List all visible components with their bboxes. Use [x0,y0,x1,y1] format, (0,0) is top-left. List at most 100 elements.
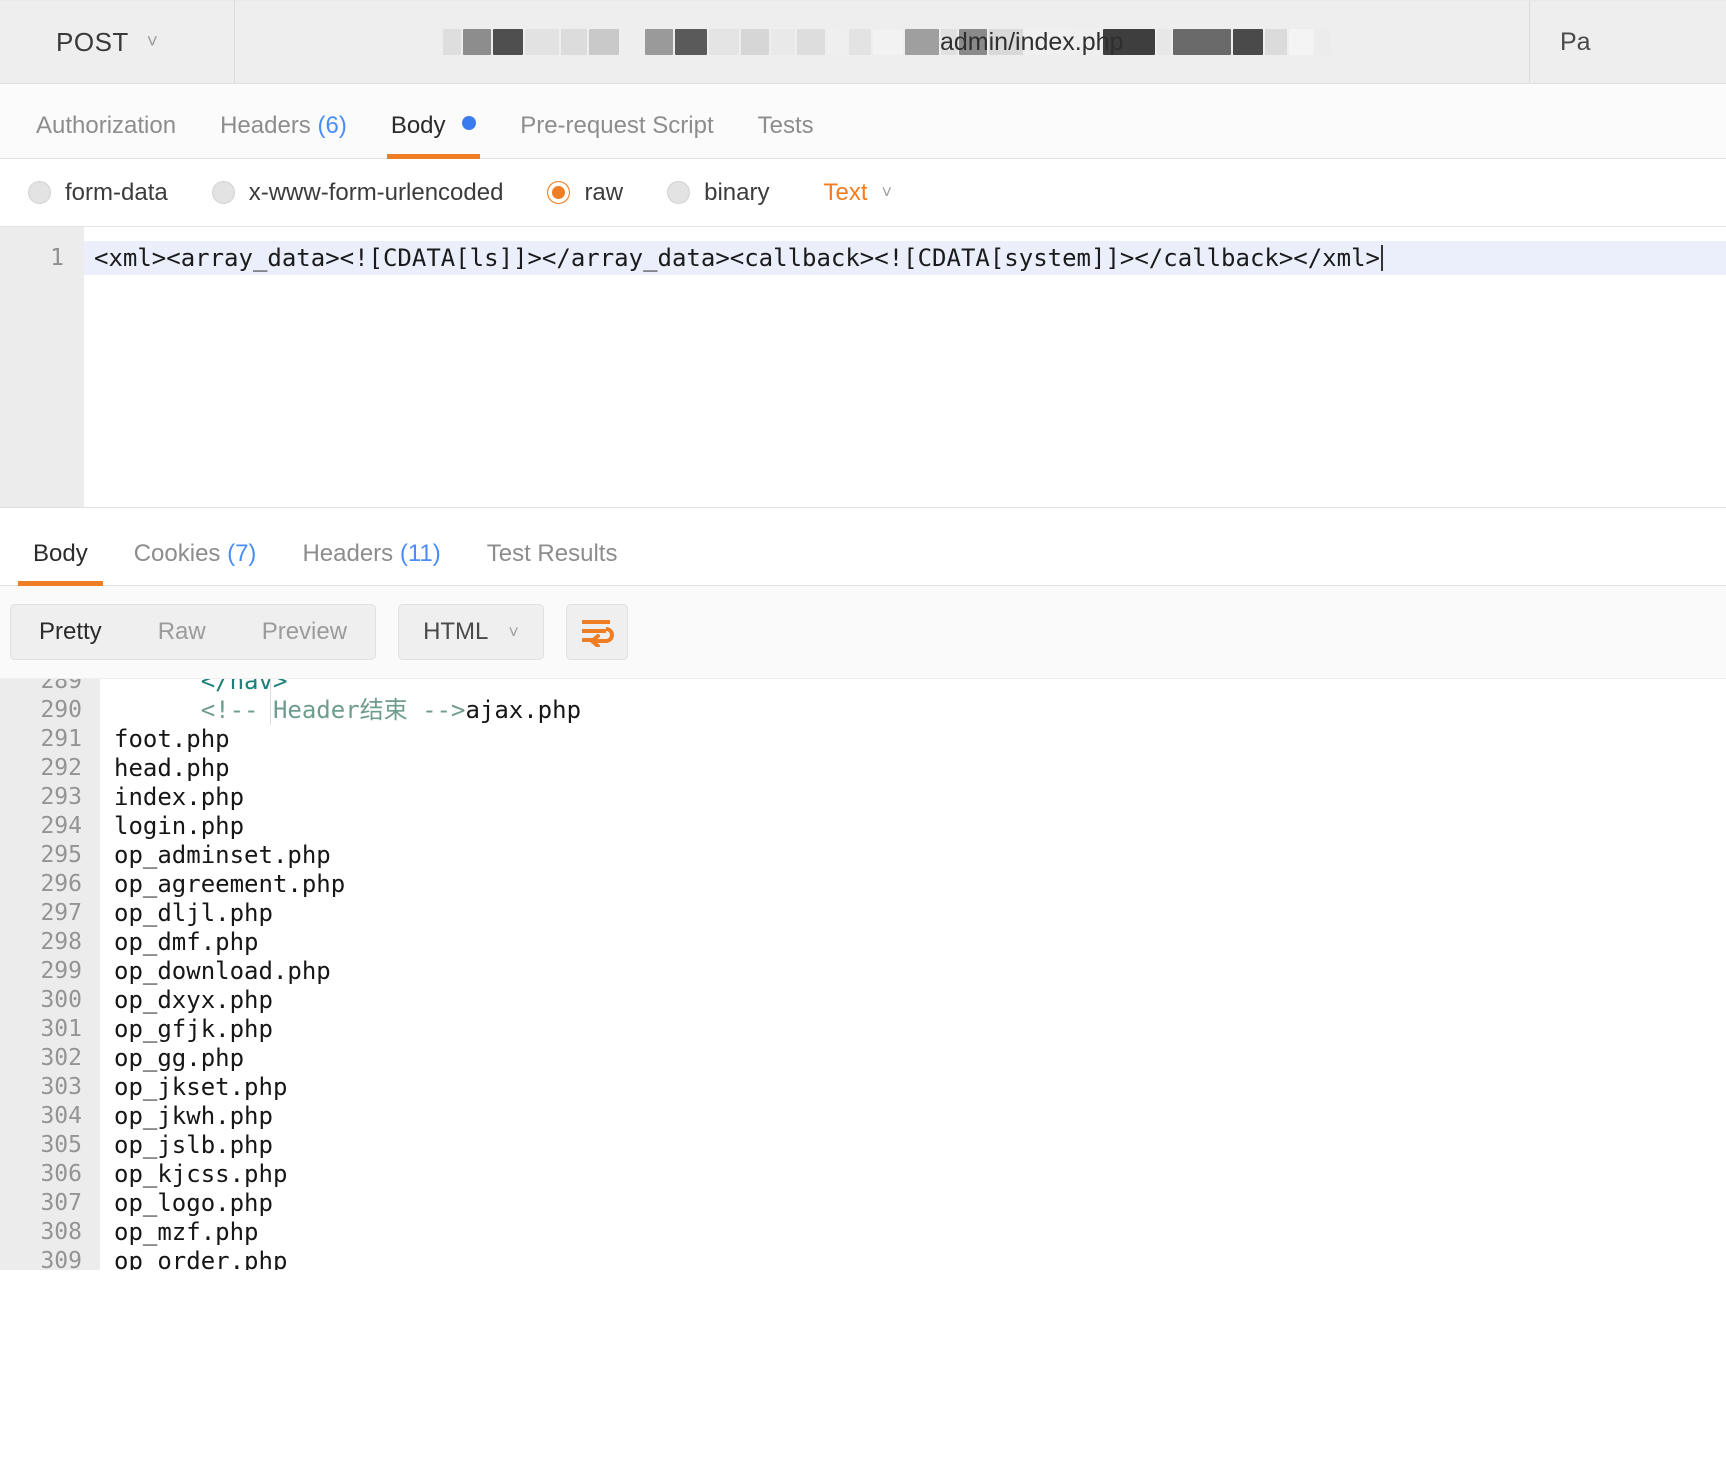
response-code-line: op_gfjk.php [114,1015,1726,1044]
response-tab-cookies-label: Cookies [133,540,221,567]
body-type-raw-label: raw [584,178,624,206]
response-code-line: </nav> [114,678,1726,696]
http-method-selector[interactable]: POST ˅ [0,1,235,83]
response-code-line: op_download.php [114,957,1726,986]
request-body-editor[interactable]: 1 <xml><array_data><![CDATA[ls]]></array… [0,226,1726,508]
response-line-number: 293 [40,784,82,810]
response-tab-cookies-count: (7) [227,540,257,567]
url-text-visible: admin/index.php [940,27,1124,56]
text-caret [1380,245,1383,271]
response-line-number: 307 [40,1190,82,1216]
response-code-line: op_jkset.php [114,1073,1726,1102]
code-token-text: index.php [114,783,245,811]
url-input[interactable]: admin/index.php [235,1,1529,83]
view-mode-preview[interactable]: Preview [234,605,375,659]
code-token-tag: </nav> [114,678,288,695]
request-body-text: <xml><array_data><![CDATA[ls]]></array_d… [94,244,1380,272]
response-line-number: 295 [40,842,82,868]
response-format-label: HTML [423,618,489,645]
code-token-text: op_adminset.php [114,841,331,869]
response-line-number: 304 [40,1103,82,1129]
response-code-line: op_mzf.php [114,1218,1726,1247]
response-code-line: head.php [114,754,1726,783]
response-code-line: <!-- Header结束 -->ajax.php [114,696,1726,725]
response-line-number: 308 [40,1219,82,1245]
params-button[interactable]: Pa [1529,1,1726,83]
tab-headers[interactable]: Headers (6) [198,112,369,158]
code-token-text: op_mzf.php [114,1218,259,1246]
chevron-down-icon: ˅ [508,621,519,642]
response-line-number: 303 [40,1074,82,1100]
response-code-line: op_jkwh.php [114,1102,1726,1131]
code-token-text: op_jkwh.php [114,1102,273,1130]
raw-format-selector[interactable]: Text ˅ [823,179,892,207]
tab-headers-count: (6) [317,112,347,139]
body-type-binary[interactable]: binary [667,179,769,207]
response-line-number: 294 [40,813,82,839]
tab-headers-label: Headers [220,112,311,139]
radio-selected-icon [547,181,571,204]
response-tab-test-results[interactable]: Test Results [464,540,641,585]
request-code-area[interactable]: <xml><array_data><![CDATA[ls]]></array_d… [84,227,1726,507]
code-token-text: ajax.php [465,696,582,724]
tab-body-label: Body [390,112,446,139]
code-token-text: head.php [114,754,230,782]
tab-authorization[interactable]: Authorization [14,112,198,158]
response-code-line: op_jslb.php [114,1131,1726,1160]
radio-icon [211,181,235,204]
raw-format-label: Text [823,178,868,206]
response-code-line: op_kjcss.php [114,1160,1726,1189]
view-mode-raw-label: Raw [157,618,206,645]
tab-tests-label: Tests [757,112,814,139]
code-token-text: op_gg.php [114,1044,245,1072]
response-gutter: 289 290 291 292 293 294 295 296 297 298 299 300 301 3… [0,678,100,1270]
response-line-number: 306 [40,1161,82,1187]
code-token-text: op_logo.php [114,1189,273,1217]
response-line-number: 300 [40,987,82,1013]
response-line-number: 290 [40,697,82,723]
response-format-selector[interactable]: HTML ˅ [398,604,544,660]
tab-pre-request-script[interactable]: Pre-request Script [498,112,735,158]
chevron-down-icon: ˅ [881,182,893,202]
code-token-text: login.php [114,812,245,840]
code-token-text: op_jslb.php [114,1131,273,1159]
response-line-number: 305 [40,1132,82,1158]
tab-body[interactable]: Body [369,112,498,159]
response-tab-body[interactable]: Body [10,540,111,586]
response-tab-headers[interactable]: Headers (11) [279,540,463,585]
response-line-number: 298 [40,929,82,955]
body-type-row: form-data x-www-form-urlencoded raw bina… [0,159,1726,226]
response-code-line: op_dljl.php [114,899,1726,928]
code-token-text: op_agreement.php [114,870,346,898]
response-code-area: </nav> <!-- Header结束 -->ajax.php foot.php… [100,678,1726,1270]
code-token-text: op_download.php [114,957,331,985]
tab-tests[interactable]: Tests [736,112,836,158]
response-line-number: 291 [40,726,82,752]
response-line-number: 289 [40,678,82,694]
view-mode-pretty-label: Pretty [39,618,102,645]
view-mode-pretty[interactable]: Pretty [11,605,130,659]
radio-icon [28,181,51,204]
view-mode-raw[interactable]: Raw [130,605,234,659]
response-body-viewer[interactable]: 289 290 291 292 293 294 295 296 297 298 299 300 301 3… [0,678,1726,1270]
response-code-line: op_adminset.php [114,841,1726,870]
response-line-number: 301 [40,1016,82,1042]
code-token-text: foot.php [114,725,230,753]
http-method-label: POST [56,26,129,57]
body-type-form-data[interactable]: form-data [28,179,168,207]
response-code-line: op_order.php [114,1247,1726,1270]
word-wrap-button[interactable] [565,604,628,660]
fold-guide-line [270,679,271,725]
response-tab-test-results-label: Test Results [486,540,618,567]
code-token-text: op_kjcss.php [114,1160,288,1188]
response-tab-cookies[interactable]: Cookies (7) [111,540,280,585]
body-type-raw[interactable]: raw [547,179,623,207]
code-token-text: op_dxyx.php [114,986,273,1014]
response-line-number: 299 [40,958,82,984]
response-tab-headers-count: (11) [399,540,441,567]
body-type-form-data-label: form-data [65,178,168,206]
request-tab-bar: Authorization Headers (6) Body Pre-reque… [0,84,1726,159]
response-view-toolbar: Pretty Raw Preview HTML ˅ [0,586,1726,678]
response-code-line: op_gg.php [114,1044,1726,1073]
body-type-urlencoded[interactable]: x-www-form-urlencoded [211,179,503,207]
